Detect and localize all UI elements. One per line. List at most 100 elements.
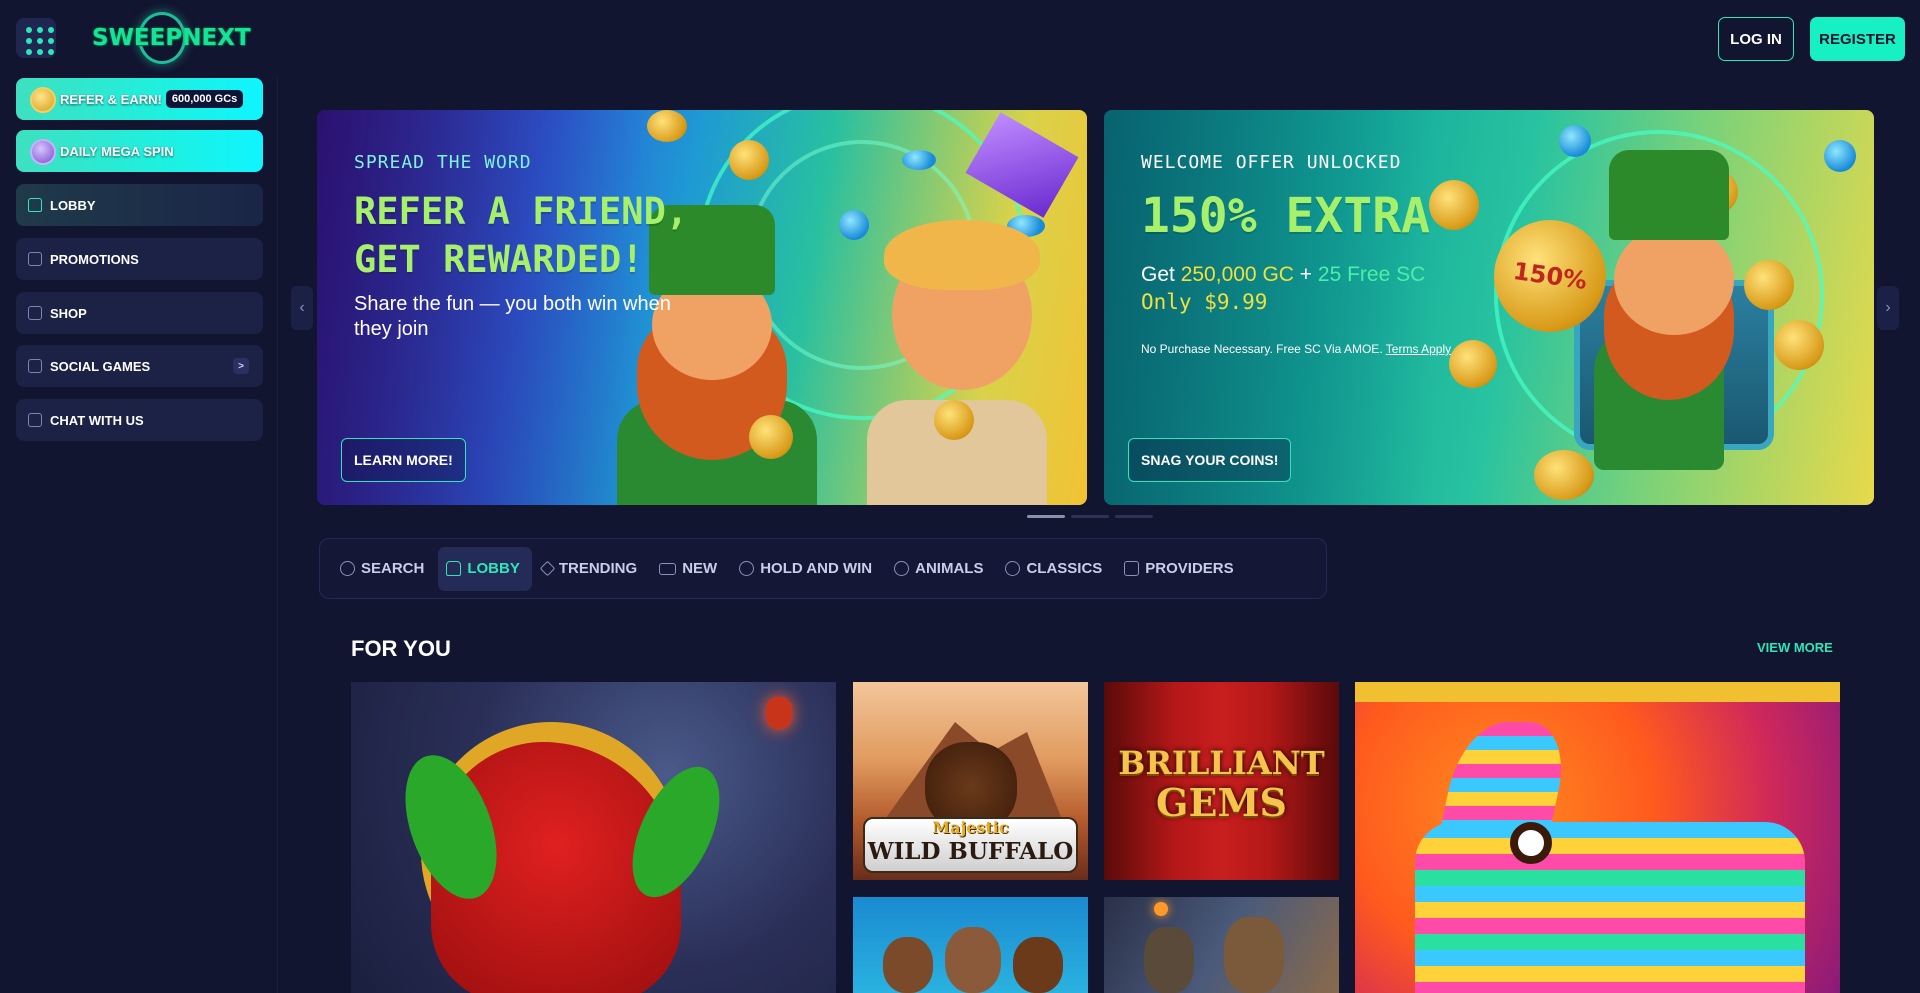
gc-amount: 250,000 GC	[1180, 263, 1294, 286]
carousel-prev-button[interactable]: ‹	[291, 286, 313, 330]
spin-label: DAILY MEGA SPIN	[60, 143, 174, 159]
title-strip	[1355, 682, 1840, 702]
lantern	[766, 697, 792, 729]
coin-icon	[30, 87, 56, 113]
daily-mega-spin-button[interactable]: DAILY MEGA SPIN	[16, 130, 263, 172]
blue-coin	[902, 150, 936, 170]
gear-icon	[739, 561, 755, 576]
sidebar-item-social-games[interactable]: SOCIAL GAMES >	[16, 345, 263, 387]
game-tile-heist[interactable]	[1104, 897, 1339, 993]
banner-subtitle: Share the fun — you both win when they j…	[354, 293, 671, 340]
wheel-icon	[30, 139, 56, 165]
leprechaun-face	[1614, 225, 1734, 335]
paw-icon	[894, 561, 910, 576]
carousel-next-button[interactable]: ›	[1877, 286, 1899, 330]
tab-classics[interactable]: CLASSICS	[997, 547, 1114, 591]
refer-earn-button[interactable]: REFER & EARN! 600,000 GCs	[16, 78, 263, 120]
chevron-left-icon: ‹	[299, 299, 305, 316]
category-tabs: SEARCH LOBBY TRENDING NEW HOLD AND WIN A…	[319, 538, 1327, 599]
character	[1144, 927, 1194, 993]
game-tile-pinata[interactable]	[1355, 682, 1840, 993]
diamond-icon	[539, 560, 556, 577]
carousel-dot[interactable]	[1027, 515, 1065, 518]
tab-animals[interactable]: ANIMALS	[886, 547, 995, 591]
game-tile-brilliant-gems[interactable]: BRILLIANT GEMS	[1104, 682, 1339, 880]
tab-label: PROVIDERS	[1145, 560, 1234, 577]
carousel-dot[interactable]	[1115, 515, 1153, 518]
blue-coin	[1559, 125, 1591, 157]
sidebar-item-shop[interactable]: SHOP	[16, 292, 263, 334]
banner-title: REFER A FRIEND, GET REWARDED!	[354, 190, 689, 281]
blue-coin	[1824, 140, 1856, 172]
tab-new[interactable]: NEW	[651, 547, 729, 591]
tab-lobby[interactable]: LOBBY	[438, 546, 532, 591]
sidebar-item-label: PROMOTIONS	[50, 251, 139, 267]
gold-coin	[1744, 260, 1794, 310]
gift-icon	[28, 252, 42, 266]
sidebar-item-lobby[interactable]: LOBBY	[16, 184, 263, 226]
sidebar-item-chat[interactable]: CHAT WITH US	[16, 399, 263, 441]
gold-coin	[1774, 320, 1824, 370]
monkey	[1013, 937, 1063, 993]
s-medallion	[934, 400, 974, 440]
coin-150-badge: 150%	[1494, 220, 1606, 332]
game-title-top: BRILLIANT	[1118, 744, 1325, 782]
disclaimer: No Purchase Necessary. Free SC Via AMOE.…	[1141, 342, 1451, 356]
register-button[interactable]: REGISTER	[1810, 17, 1905, 61]
tab-hold-and-win[interactable]: HOLD AND WIN	[731, 547, 884, 591]
sc-amount: 25 Free SC	[1317, 263, 1426, 286]
blue-coin	[839, 210, 869, 240]
sidebar-item-label: SOCIAL GAMES	[50, 358, 151, 374]
snag-coins-button[interactable]: SNAG YOUR COINS!	[1128, 438, 1292, 482]
tab-search[interactable]: SEARCH	[332, 547, 436, 591]
monkey	[945, 927, 1001, 993]
game-title-bottom: WILD BUFFALO	[867, 838, 1074, 865]
game-title-bottom: GEMS	[1156, 780, 1287, 825]
friend-hair	[884, 220, 1040, 290]
refer-friend-banner[interactable]: SPREAD THE WORD REFER A FRIEND, GET REWA…	[317, 110, 1087, 505]
leprechaun-hat	[1609, 150, 1729, 240]
view-more-link[interactable]: VIEW MORE	[1757, 640, 1833, 655]
plus-text: +	[1299, 263, 1313, 286]
apps-menu-icon[interactable]	[16, 18, 56, 58]
sidebar: REFER & EARN! 600,000 GCs DAILY MEGA SPI…	[0, 77, 278, 993]
carousel-dot[interactable]	[1071, 515, 1109, 518]
sidebar-item-promotions[interactable]: PROMOTIONS	[16, 238, 263, 280]
game-tile-majestic-wild-buffalo[interactable]: Majestic WILD BUFFALO	[853, 682, 1088, 880]
chevron-right-icon[interactable]: >	[233, 358, 249, 374]
offer-price: Only $9.99	[1141, 290, 1268, 314]
login-button[interactable]: LOG IN	[1718, 17, 1794, 61]
chevron-right-icon: ›	[1885, 299, 1891, 316]
refer-label: REFER & EARN!	[60, 91, 162, 107]
get-text: Get	[1141, 263, 1175, 286]
game-tile-dragon[interactable]	[351, 682, 836, 993]
tab-label: CLASSICS	[1026, 560, 1103, 577]
welcome-offer-banner[interactable]: 7 7 150% WELCOME OFFER UNLOCKED 150% EXT…	[1104, 110, 1874, 505]
banner-title: 150% EXTRA	[1141, 188, 1430, 244]
section-title: FOR YOU	[351, 636, 451, 661]
banner-kicker: SPREAD THE WORD	[354, 152, 532, 173]
sidebar-item-label: LOBBY	[50, 197, 96, 213]
character	[1224, 917, 1284, 993]
monkey	[883, 937, 933, 993]
home-icon	[446, 561, 462, 576]
tab-providers[interactable]: PROVIDERS	[1116, 547, 1245, 591]
sidebar-item-label: SHOP	[50, 305, 87, 321]
search-icon	[340, 561, 355, 576]
logo-text: SWEEPNEXT	[92, 25, 251, 51]
terms-link[interactable]: Terms Apply	[1386, 342, 1451, 356]
learn-more-button[interactable]: LEARN MORE!	[341, 438, 466, 482]
site-logo[interactable]: SWEEPNEXT	[92, 12, 251, 64]
flare	[1154, 902, 1168, 916]
tab-trending[interactable]: TRENDING	[534, 547, 649, 591]
carousel-indicator	[1027, 515, 1153, 518]
dice-icon	[28, 359, 42, 373]
disclaimer-text: No Purchase Necessary. Free SC Via AMOE.	[1141, 342, 1383, 356]
gold-coin	[1449, 340, 1497, 388]
gold-coin	[1534, 450, 1594, 500]
coin-badge-text: 150%	[1511, 256, 1589, 296]
new-icon	[659, 562, 677, 575]
tab-label: HOLD AND WIN	[760, 560, 873, 577]
tab-label: ANIMALS	[915, 560, 984, 577]
game-tile-monkeys[interactable]	[853, 897, 1088, 993]
